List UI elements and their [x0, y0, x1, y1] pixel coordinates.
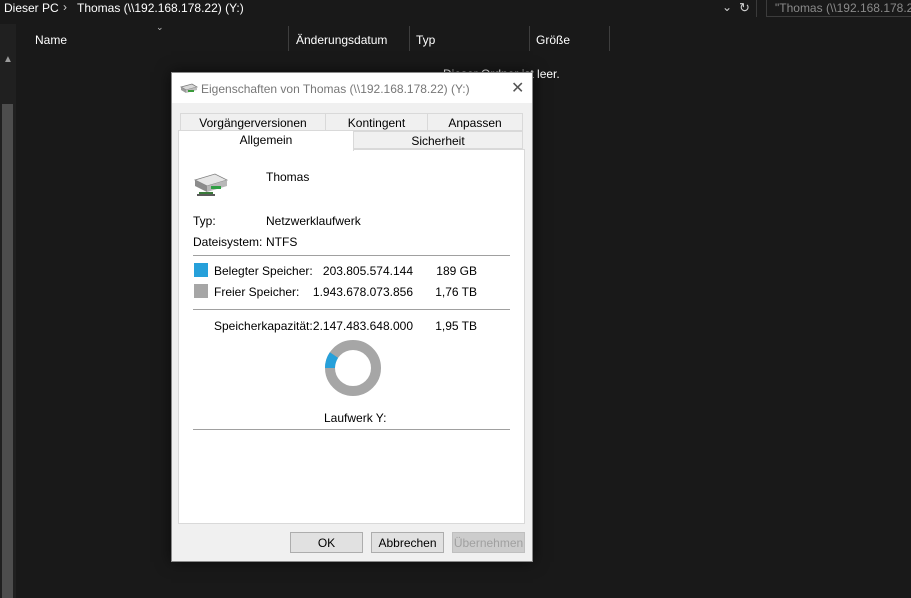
filesystem-label: Dateisystem:: [193, 235, 263, 249]
column-header-name[interactable]: Name: [35, 33, 67, 47]
tab-kontingent[interactable]: Kontingent: [325, 113, 428, 131]
ok-button[interactable]: OK: [290, 532, 363, 553]
breadcrumb-drive[interactable]: Thomas (\\192.168.178.22) (Y:): [77, 1, 244, 15]
capacity-size: 1,95 TB: [435, 319, 477, 333]
capacity-bytes: 2.147.483.648.000: [312, 319, 413, 333]
free-space-size: 1,76 TB: [435, 285, 477, 299]
divider: [193, 255, 510, 256]
used-space-size: 189 GB: [436, 264, 477, 278]
properties-dialog[interactable]: Eigenschaften von Thomas (\\192.168.178.…: [171, 72, 533, 562]
tab-vorgaengerversionen[interactable]: Vorgängerversionen: [180, 113, 326, 131]
free-space-label: Freier Speicher:: [214, 285, 300, 299]
cancel-button[interactable]: Abbrechen: [371, 532, 444, 553]
close-icon[interactable]: ✕: [511, 78, 524, 98]
breadcrumb-dieser-pc[interactable]: Dieser PC: [4, 1, 59, 15]
sort-arrow-icon: ⌄: [156, 22, 164, 32]
navigation-pane[interactable]: ▲: [0, 24, 16, 598]
column-header-type[interactable]: Typ: [416, 33, 435, 47]
drive-name: Thomas: [266, 170, 310, 184]
tab-anpassen[interactable]: Anpassen: [427, 113, 523, 131]
general-panel: Thomas Typ: Netzwerklaufwerk Dateisystem…: [178, 149, 525, 524]
drive-caption: Laufwerk Y:: [324, 411, 387, 425]
usage-donut-chart: [325, 340, 381, 396]
column-header-date[interactable]: Änderungsdatum: [296, 33, 387, 47]
used-space-bytes: 203.805.574.144: [322, 264, 413, 278]
dialog-title: Eigenschaften von Thomas (\\192.168.178.…: [201, 82, 470, 96]
network-drive-icon: [180, 83, 198, 93]
divider: [193, 429, 510, 430]
free-space-swatch: [194, 284, 208, 298]
column-header-size[interactable]: Größe: [536, 33, 570, 47]
column-separator[interactable]: [609, 26, 610, 51]
type-value: Netzwerklaufwerk: [266, 214, 361, 228]
filesystem-value: NTFS: [266, 235, 298, 249]
divider: [756, 0, 757, 17]
network-drive-large-icon: [193, 173, 229, 196]
column-separator[interactable]: [288, 26, 289, 51]
capacity-label: Speicherkapazität:: [214, 319, 313, 333]
dialog-titlebar[interactable]: Eigenschaften von Thomas (\\192.168.178.…: [172, 73, 532, 103]
used-space-label: Belegter Speicher:: [214, 264, 313, 278]
column-separator[interactable]: [529, 26, 530, 51]
address-bar[interactable]: Dieser PC › Thomas (\\192.168.178.22) (Y…: [0, 0, 911, 17]
type-label: Typ:: [193, 214, 216, 228]
navigation-scrollbar[interactable]: [2, 104, 13, 598]
free-space-bytes: 1.943.678.073.856: [312, 285, 413, 299]
tab-sicherheit[interactable]: Sicherheit: [353, 131, 523, 149]
scroll-up-icon[interactable]: ▲: [3, 54, 13, 65]
breadcrumb-separator-icon: ›: [63, 0, 67, 14]
free-space-ring: [325, 340, 381, 396]
divider: [193, 309, 510, 310]
search-input[interactable]: "Thomas (\\192.168.178.22): [766, 0, 911, 17]
apply-button[interactable]: Übernehmen: [452, 532, 525, 553]
refresh-icon[interactable]: ↻: [739, 0, 750, 16]
chevron-down-icon[interactable]: ⌄: [722, 0, 732, 14]
used-space-swatch: [194, 263, 208, 277]
column-separator[interactable]: [409, 26, 410, 51]
tab-allgemein[interactable]: Allgemein: [178, 130, 354, 151]
